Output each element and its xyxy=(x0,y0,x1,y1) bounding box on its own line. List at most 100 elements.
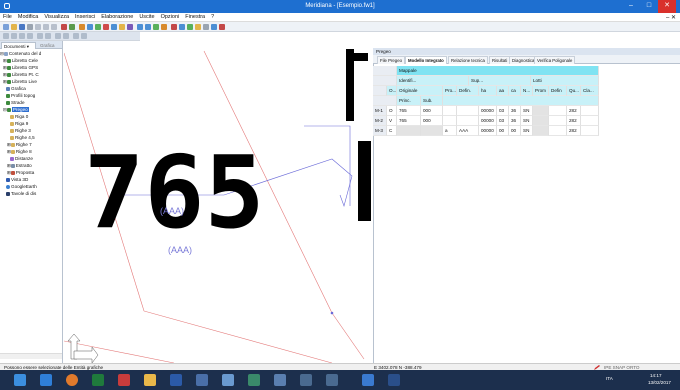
start-icon[interactable] xyxy=(14,374,26,386)
grid-cell[interactable] xyxy=(549,126,567,136)
tree-item-grafica[interactable]: Grafica xyxy=(0,85,62,92)
tab-modello-integrato[interactable]: Modello Integrato xyxy=(405,56,447,64)
explorer-icon[interactable] xyxy=(144,374,156,386)
tree-item-strade[interactable]: Strade xyxy=(0,99,62,106)
measure-icon[interactable] xyxy=(111,24,117,30)
row-header[interactable]: M-1 xyxy=(373,106,387,116)
tree-item-contenuto[interactable]: ⊟ Contenuto del d xyxy=(0,50,62,57)
tree-item-libretto-gps[interactable]: ⊞ Libretto GPS xyxy=(0,64,62,71)
grid-cell[interactable] xyxy=(549,106,567,116)
menu-uscite[interactable]: Uscite xyxy=(136,13,157,22)
redo-icon[interactable] xyxy=(69,24,75,30)
sub-column-header[interactable]: Princ. xyxy=(397,96,421,106)
grid-cell[interactable]: AAA xyxy=(457,126,479,136)
menu-modifica[interactable]: Modifica xyxy=(15,13,41,22)
new-icon[interactable] xyxy=(3,24,9,30)
tab-risultati[interactable]: Risultati xyxy=(489,56,511,64)
grid-cell[interactable] xyxy=(457,106,479,116)
clock-date[interactable]: 13/02/2017 xyxy=(648,380,671,385)
tree-item-distanze[interactable]: Distanze xyxy=(0,155,62,162)
outlook-icon[interactable] xyxy=(196,374,208,386)
grid-cell[interactable] xyxy=(581,116,599,126)
layer-off-icon[interactable] xyxy=(45,33,51,39)
tree-item-googleearth[interactable]: GoogleEarth xyxy=(0,183,62,190)
tree-item-riga-0[interactable]: Riga 0 xyxy=(0,113,62,120)
menu-visualizza[interactable]: Visualizza xyxy=(41,13,72,22)
grid-cell[interactable]: 765 xyxy=(397,116,421,126)
column-header[interactable]: Cla... xyxy=(581,86,599,96)
column-header[interactable]: Pro... xyxy=(443,86,457,96)
save-icon[interactable] xyxy=(19,24,25,30)
graphics-canvas[interactable]: 765 (AAA) (AAA) xyxy=(64,41,371,363)
grid-cell[interactable]: 00 xyxy=(509,126,521,136)
grid-cell[interactable]: 36 xyxy=(509,116,521,126)
layer-icon[interactable] xyxy=(127,24,133,30)
firefox-icon[interactable] xyxy=(66,374,78,386)
column-header[interactable]: Defin xyxy=(549,86,567,96)
app-icon-3[interactable] xyxy=(274,374,286,386)
grid-cell[interactable]: 282 xyxy=(567,116,581,126)
grid-cell[interactable]: 36 xyxy=(509,106,521,116)
grid-cell[interactable] xyxy=(443,106,457,116)
point-icon[interactable] xyxy=(79,24,85,30)
menu-file[interactable]: File xyxy=(0,13,15,22)
grid-cell[interactable]: C xyxy=(387,126,397,136)
meridiana-taskbar-icon[interactable] xyxy=(388,374,400,386)
grid-cell[interactable] xyxy=(397,126,421,136)
line-icon[interactable] xyxy=(87,24,93,30)
menu-elaborazione[interactable]: Elaborazione xyxy=(98,13,136,22)
grid-cell[interactable]: 000 xyxy=(421,116,443,126)
grid-cell[interactable] xyxy=(533,126,549,136)
grid-cell[interactable]: 00000 xyxy=(479,116,497,126)
row-header[interactable]: M-3 xyxy=(373,126,387,136)
undo-icon[interactable] xyxy=(61,24,67,30)
export-icon[interactable] xyxy=(211,24,217,30)
settings-icon[interactable] xyxy=(195,24,201,30)
refresh-icon[interactable] xyxy=(187,24,193,30)
view-top-icon[interactable] xyxy=(11,33,17,39)
tree-item-libretto-pt[interactable]: ⊞ Libretto Pt. C xyxy=(0,71,62,78)
view-side-icon[interactable] xyxy=(19,33,25,39)
menu-help[interactable]: ? xyxy=(208,13,217,22)
rotate-icon[interactable] xyxy=(73,33,79,39)
tree-item-libretto-cele[interactable]: ⊞ Libretto Cele xyxy=(0,57,62,64)
column-header[interactable]: N... xyxy=(521,86,533,96)
menu-finestra[interactable]: Finestra xyxy=(182,13,208,22)
edge-icon[interactable] xyxy=(40,374,52,386)
grid-cell[interactable]: a xyxy=(443,126,457,136)
grid-cell[interactable]: 03 xyxy=(497,116,509,126)
pdf-icon[interactable] xyxy=(219,24,225,30)
access-icon[interactable] xyxy=(118,374,130,386)
tab-grafica[interactable]: Grafica xyxy=(38,42,57,49)
clock-time[interactable]: 14:17 xyxy=(650,373,662,378)
pan-icon[interactable] xyxy=(161,24,167,30)
horizontal-scrollbar[interactable] xyxy=(0,353,62,359)
tree-item-proposta[interactable]: ⊞ Proposta xyxy=(0,169,62,176)
grid-cell[interactable] xyxy=(421,126,443,136)
close-button[interactable]: ✕ xyxy=(658,0,676,13)
grid-cell[interactable] xyxy=(457,116,479,126)
tab-documenti[interactable]: Documenti ▾ xyxy=(1,42,36,49)
tree-item-libretto-live[interactable]: ⊞ Libretto Live xyxy=(0,78,62,85)
tree-item-vista-3d[interactable]: Vista 3D xyxy=(0,176,62,183)
tree-item-profili[interactable]: Profili topog xyxy=(0,92,62,99)
row-header[interactable]: M-2 xyxy=(373,116,387,126)
app-icon-2[interactable] xyxy=(248,374,260,386)
grid-cell[interactable]: 282 xyxy=(567,126,581,136)
input-language[interactable]: ITA xyxy=(606,376,613,381)
grid-cell[interactable]: O xyxy=(387,106,397,116)
column-header[interactable]: O... xyxy=(387,86,397,96)
tab-file-pregeo[interactable]: File Pregeo xyxy=(377,56,405,64)
polygon-icon[interactable] xyxy=(95,24,101,30)
grid-cell[interactable] xyxy=(581,126,599,136)
sub-column-header[interactable]: Sub. xyxy=(421,96,443,106)
tree-item-tavole[interactable]: Tavole di dis xyxy=(0,190,62,197)
excel-icon[interactable] xyxy=(92,374,104,386)
grid-cell[interactable]: SN xyxy=(521,106,533,116)
zoom-out-icon[interactable] xyxy=(145,24,151,30)
menu-inserisci[interactable]: Inserisci xyxy=(72,13,98,22)
grid-cell[interactable]: V xyxy=(387,116,397,126)
grid-cell[interactable]: 000 xyxy=(421,106,443,116)
open-icon[interactable] xyxy=(11,24,17,30)
view-icon[interactable] xyxy=(3,33,9,39)
